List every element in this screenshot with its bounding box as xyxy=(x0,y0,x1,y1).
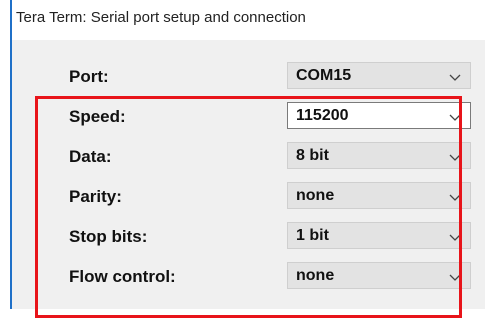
chevron-down-icon xyxy=(449,74,461,81)
highlight-box xyxy=(35,96,462,318)
port-row: Port: COM15 xyxy=(12,62,485,91)
port-value: COM15 xyxy=(296,67,352,84)
port-label: Port: xyxy=(69,67,109,86)
window-title: Tera Term: Serial port setup and connect… xyxy=(16,9,306,26)
port-select[interactable]: COM15 xyxy=(287,62,471,89)
